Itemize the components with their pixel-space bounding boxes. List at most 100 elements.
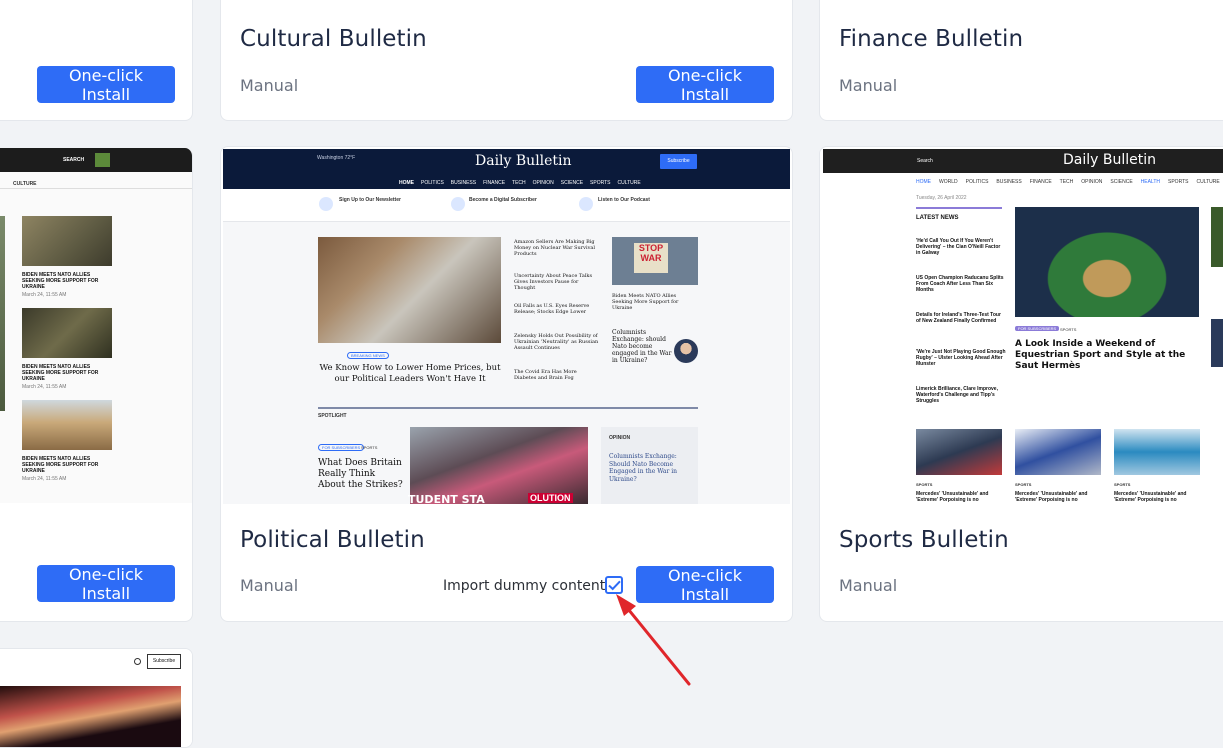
preview-search-label: Search bbox=[917, 158, 933, 164]
preview-nav-label: CULTURE bbox=[13, 181, 37, 187]
sign-text: OLUTION bbox=[528, 493, 573, 503]
preview-headline: BIDEN MEETS NATO ALLIES SEEKING MORE SUP… bbox=[22, 272, 99, 290]
card-type: Manual bbox=[240, 576, 299, 595]
preview-date: March 24, 11:55 AM bbox=[22, 476, 67, 482]
sign-text: TUDENT STA bbox=[408, 493, 485, 504]
thumb-headline: Mercedes' 'Unsustainable' and 'Extreme' … bbox=[1114, 491, 1187, 503]
card-title: Finance Bulletin bbox=[839, 26, 1024, 52]
theme-preview-sports[interactable]: Search Daily Bulletin HOME WORLD POLITIC… bbox=[823, 149, 1223, 504]
latest-item: 'We're Just Not Playing Good Enough Rugb… bbox=[916, 349, 1006, 367]
preview-right-sidebar-photo bbox=[1211, 207, 1223, 267]
theme-preview-bottom-left[interactable]: Subscribe bbox=[0, 649, 192, 747]
preview-headline: BIDEN MEETS NATO ALLIES SEEKING MORE SUP… bbox=[22, 456, 99, 474]
preview-thumb-photo bbox=[916, 429, 1002, 475]
card-title: Sports Bulletin bbox=[839, 527, 1009, 553]
card-type: Manual bbox=[240, 76, 299, 95]
preview-subscribe-button: Subscribe bbox=[660, 154, 697, 169]
nav-item: OPINION bbox=[532, 180, 554, 186]
one-click-install-button[interactable]: One-click Install bbox=[37, 66, 175, 104]
card-title: Cultural Bulletin bbox=[240, 26, 427, 52]
spot-tag: SPORTS bbox=[361, 445, 378, 450]
search-icon bbox=[134, 658, 141, 665]
nav-item: TECH bbox=[1059, 179, 1074, 185]
theme-card-cultural: Cultural Bulletin Manual One-click Insta… bbox=[220, 0, 793, 121]
preview-headline: BIDEN MEETS NATO ALLIES SEEKING MORE SUP… bbox=[22, 364, 99, 382]
nav-item: OPINION bbox=[1081, 179, 1103, 185]
spotlight-divider bbox=[318, 407, 698, 409]
columnist-avatar bbox=[674, 339, 698, 363]
spot-headline: What Does Britain Really Think About the… bbox=[318, 458, 403, 490]
thumb-tag: SPORTS bbox=[1114, 482, 1131, 487]
preview-photo-soldier bbox=[22, 216, 112, 266]
theme-card-left-top: One-click Install bbox=[0, 0, 193, 121]
nav-item: HOME bbox=[916, 179, 931, 185]
spotlight-label: SPOTLIGHT bbox=[318, 413, 347, 419]
nav-item: BUSINESS bbox=[450, 180, 477, 186]
theme-card-left-mid: SEARCH CULTURE BIDEN MEETS NATO ALLIES S… bbox=[0, 148, 193, 622]
theme-card-finance: Finance Bulletin Manual bbox=[819, 0, 1223, 121]
latest-item: US Open Champion Raducanu Splits From Co… bbox=[916, 275, 1004, 293]
theme-card-sports: Search Daily Bulletin HOME WORLD POLITIC… bbox=[819, 146, 1223, 622]
podcast-icon bbox=[579, 197, 593, 211]
thumb-tag: SPORTS bbox=[1015, 482, 1032, 487]
nav-item: BUSINESS bbox=[996, 179, 1022, 185]
preview-hero-photo bbox=[0, 686, 181, 747]
preview-date: March 24, 11:55 AM bbox=[22, 292, 67, 298]
nav-item: FINANCE bbox=[1029, 179, 1052, 185]
thumb-headline: Mercedes' 'Unsustainable' and 'Extreme' … bbox=[1015, 491, 1088, 503]
preview-thumb-photo bbox=[1015, 429, 1101, 475]
menu-icon bbox=[95, 153, 110, 167]
preview-header bbox=[823, 149, 1223, 173]
nav-item: CULTURE bbox=[1196, 179, 1220, 185]
promo-text: Become a Digital Subscriber bbox=[469, 197, 537, 203]
latest-accent-bar bbox=[916, 207, 1002, 209]
nav-item: WORLD bbox=[939, 179, 958, 185]
card-type: Manual bbox=[839, 576, 898, 595]
latest-news-label: LATEST NEWS bbox=[916, 215, 959, 221]
preview-nav: HOME WORLD POLITICS BUSINESS FINANCE TEC… bbox=[916, 179, 1220, 185]
theme-preview-political[interactable]: Washington 72°F Daily Bulletin Subscribe… bbox=[223, 149, 790, 504]
nav-item: TECH bbox=[512, 180, 526, 186]
card-title: Political Bulletin bbox=[240, 527, 425, 553]
lead-headline: We Know How to Lower Home Prices, but ou… bbox=[319, 363, 501, 384]
preview-thumb-photo bbox=[1114, 429, 1200, 475]
theme-preview-left[interactable]: SEARCH CULTURE BIDEN MEETS NATO ALLIES S… bbox=[0, 148, 192, 503]
latest-item: Details for Ireland's Three-Test Tour of… bbox=[916, 312, 1001, 324]
columnist-headline: Columnists Exchange: should Nato become … bbox=[612, 329, 672, 364]
preview-search-label: SEARCH bbox=[63, 157, 85, 163]
nav-item: FINANCE bbox=[483, 180, 506, 186]
preview-nav: HOME POLITICS BUSINESS FINANCE TECH OPIN… bbox=[399, 180, 641, 186]
subscriber-icon bbox=[451, 197, 465, 211]
opinion-headline: Columnists Exchange: Should Nato Become … bbox=[609, 453, 678, 483]
annotation-arrow-icon bbox=[616, 594, 691, 686]
side-headline: Uncertainty About Peace Talks Gives Inve… bbox=[514, 273, 593, 291]
thumb-tag: SPORTS bbox=[916, 482, 933, 487]
newsletter-icon bbox=[319, 197, 333, 211]
feature-tag: SPORTS bbox=[1060, 327, 1077, 332]
promo-text: Sign Up to Our Newsletter bbox=[339, 197, 401, 203]
nav-item: POLITICS bbox=[421, 180, 444, 186]
nav-item: HEALTH bbox=[1140, 179, 1161, 185]
card-type: Manual bbox=[839, 76, 898, 95]
preview-stadium-photo bbox=[1015, 207, 1199, 317]
feature-tag: FOR SUBSCRIBERS bbox=[1015, 326, 1060, 331]
nav-item: SCIENCE bbox=[1110, 179, 1133, 185]
latest-item: 'He'd Call You Out If You Weren't Delive… bbox=[916, 238, 1001, 256]
nav-item: SCIENCE bbox=[560, 180, 584, 186]
theme-card-bottom-left: Subscribe bbox=[0, 648, 193, 748]
preview-promo-bar bbox=[223, 189, 790, 222]
nav-item: SPORTS bbox=[1168, 179, 1189, 185]
preview-photo-forest bbox=[22, 308, 112, 358]
preview-left-sidebar-photo bbox=[0, 216, 5, 411]
spot-tag: FOR SUBSCRIBERS bbox=[318, 444, 365, 451]
one-click-install-button[interactable]: One-click Install bbox=[37, 565, 175, 603]
side-headline: Zelensky Holds Out Possibility of Ukrain… bbox=[514, 333, 599, 351]
preview-right-sidebar-photo bbox=[1211, 319, 1223, 367]
latest-item: Limerick Brilliance, Clare Improve, Wate… bbox=[916, 386, 998, 404]
preview-date: Tuesday, 26 April 2022 bbox=[916, 195, 967, 201]
preview-strike-photo: TUDENT STA OLUTION bbox=[408, 427, 588, 504]
preview-photo-desert bbox=[22, 400, 112, 450]
import-dummy-content-label: Import dummy content? bbox=[443, 578, 613, 594]
one-click-install-button[interactable]: One-click Install bbox=[636, 66, 774, 104]
lead-badge: BREAKING NEWS bbox=[347, 352, 389, 359]
